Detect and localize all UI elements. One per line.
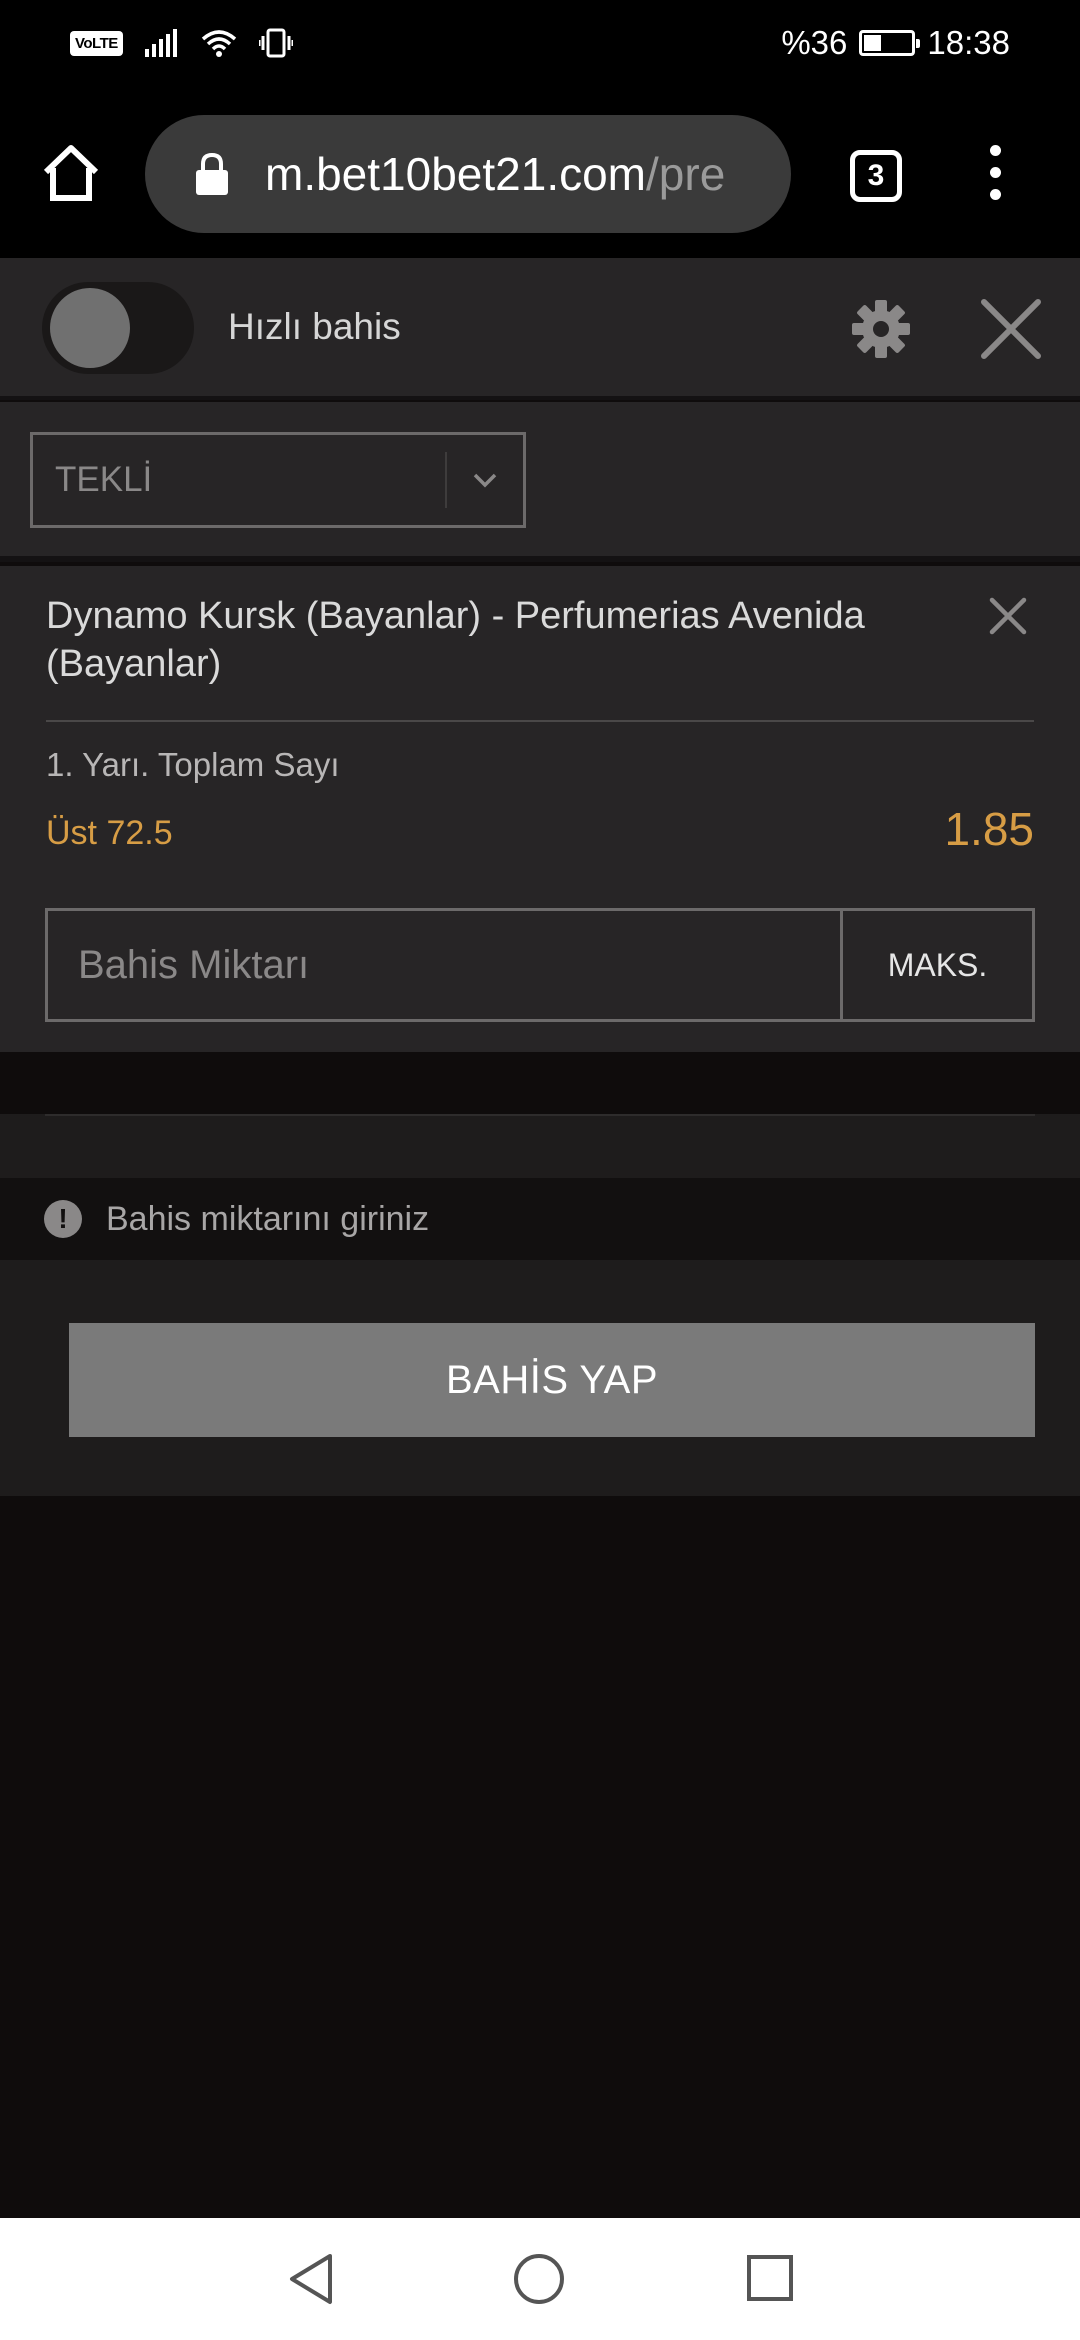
url-text: m.bet10bet21.com/pre: [265, 147, 725, 201]
volte-badge: VoLTE: [70, 30, 123, 56]
status-left: VoLTE: [70, 28, 293, 58]
betslip-header: Hızlı bahis: [0, 258, 1080, 400]
tabs-icon[interactable]: 3: [850, 150, 902, 202]
url-domain: m.bet10bet21.com: [265, 148, 647, 200]
action-area: BAHİS YAP: [0, 1260, 1080, 1496]
selection-label: Üst 72.5: [46, 814, 173, 852]
url-path: /pre: [646, 148, 726, 200]
browser-toolbar: m.bet10bet21.com/pre 3: [0, 90, 1080, 258]
stake-input[interactable]: [48, 911, 840, 1019]
system-nav-bar: [0, 2218, 1080, 2340]
battery-percent: %36: [781, 24, 848, 61]
place-bet-button[interactable]: BAHİS YAP: [69, 1323, 1035, 1437]
quick-bet-toggle[interactable]: [42, 282, 194, 374]
home-nav-icon[interactable]: [512, 2252, 566, 2306]
summary-area: [0, 1114, 1080, 1178]
menu-icon[interactable]: [980, 145, 1010, 205]
home-icon[interactable]: [40, 142, 102, 204]
lock-icon: [196, 153, 228, 195]
status-right: %36 18:38: [781, 24, 1010, 62]
bet-type-select[interactable]: TEKLİ: [30, 432, 526, 528]
recent-apps-icon[interactable]: [746, 2254, 794, 2302]
match-title: Dynamo Kursk (Bayanlar) - Perfumerias Av…: [46, 595, 865, 685]
address-bar[interactable]: m.bet10bet21.com/pre: [145, 115, 791, 233]
max-stake-button[interactable]: MAKS.: [840, 911, 1032, 1019]
back-icon[interactable]: [286, 2252, 336, 2306]
close-icon[interactable]: [980, 298, 1042, 360]
warning-row: ! Bahis miktarını giriniz: [0, 1178, 1080, 1260]
odds-value: 1.85: [944, 803, 1034, 855]
signal-icon: [144, 29, 177, 57]
clock: 18:38: [927, 24, 1010, 61]
status-bar: VoLTE %36 18:38: [0, 0, 1080, 90]
quick-bet-label: Hızlı bahis: [228, 306, 401, 347]
alert-icon: !: [44, 1200, 82, 1238]
battery-charging-icon: [859, 30, 921, 56]
bet-card: Dynamo Kursk (Bayanlar) - Perfumerias Av…: [0, 566, 1080, 1052]
vibrate-icon: [258, 28, 293, 58]
remove-bet-icon[interactable]: [988, 596, 1028, 636]
section-gap: [0, 1052, 1080, 1114]
wifi-icon: [201, 30, 236, 57]
stake-field: MAKS.: [45, 908, 1035, 1022]
card-divider: [46, 720, 1034, 722]
gear-icon[interactable]: [850, 298, 912, 360]
warning-text: Bahis miktarını giriniz: [106, 1199, 430, 1238]
bet-type-value: TEKLİ: [55, 460, 153, 499]
chevron-down-icon: [447, 472, 523, 488]
bet-type-bar: TEKLİ: [0, 402, 1080, 562]
market-label: 1. Yarı. Toplam Sayı: [46, 746, 340, 783]
